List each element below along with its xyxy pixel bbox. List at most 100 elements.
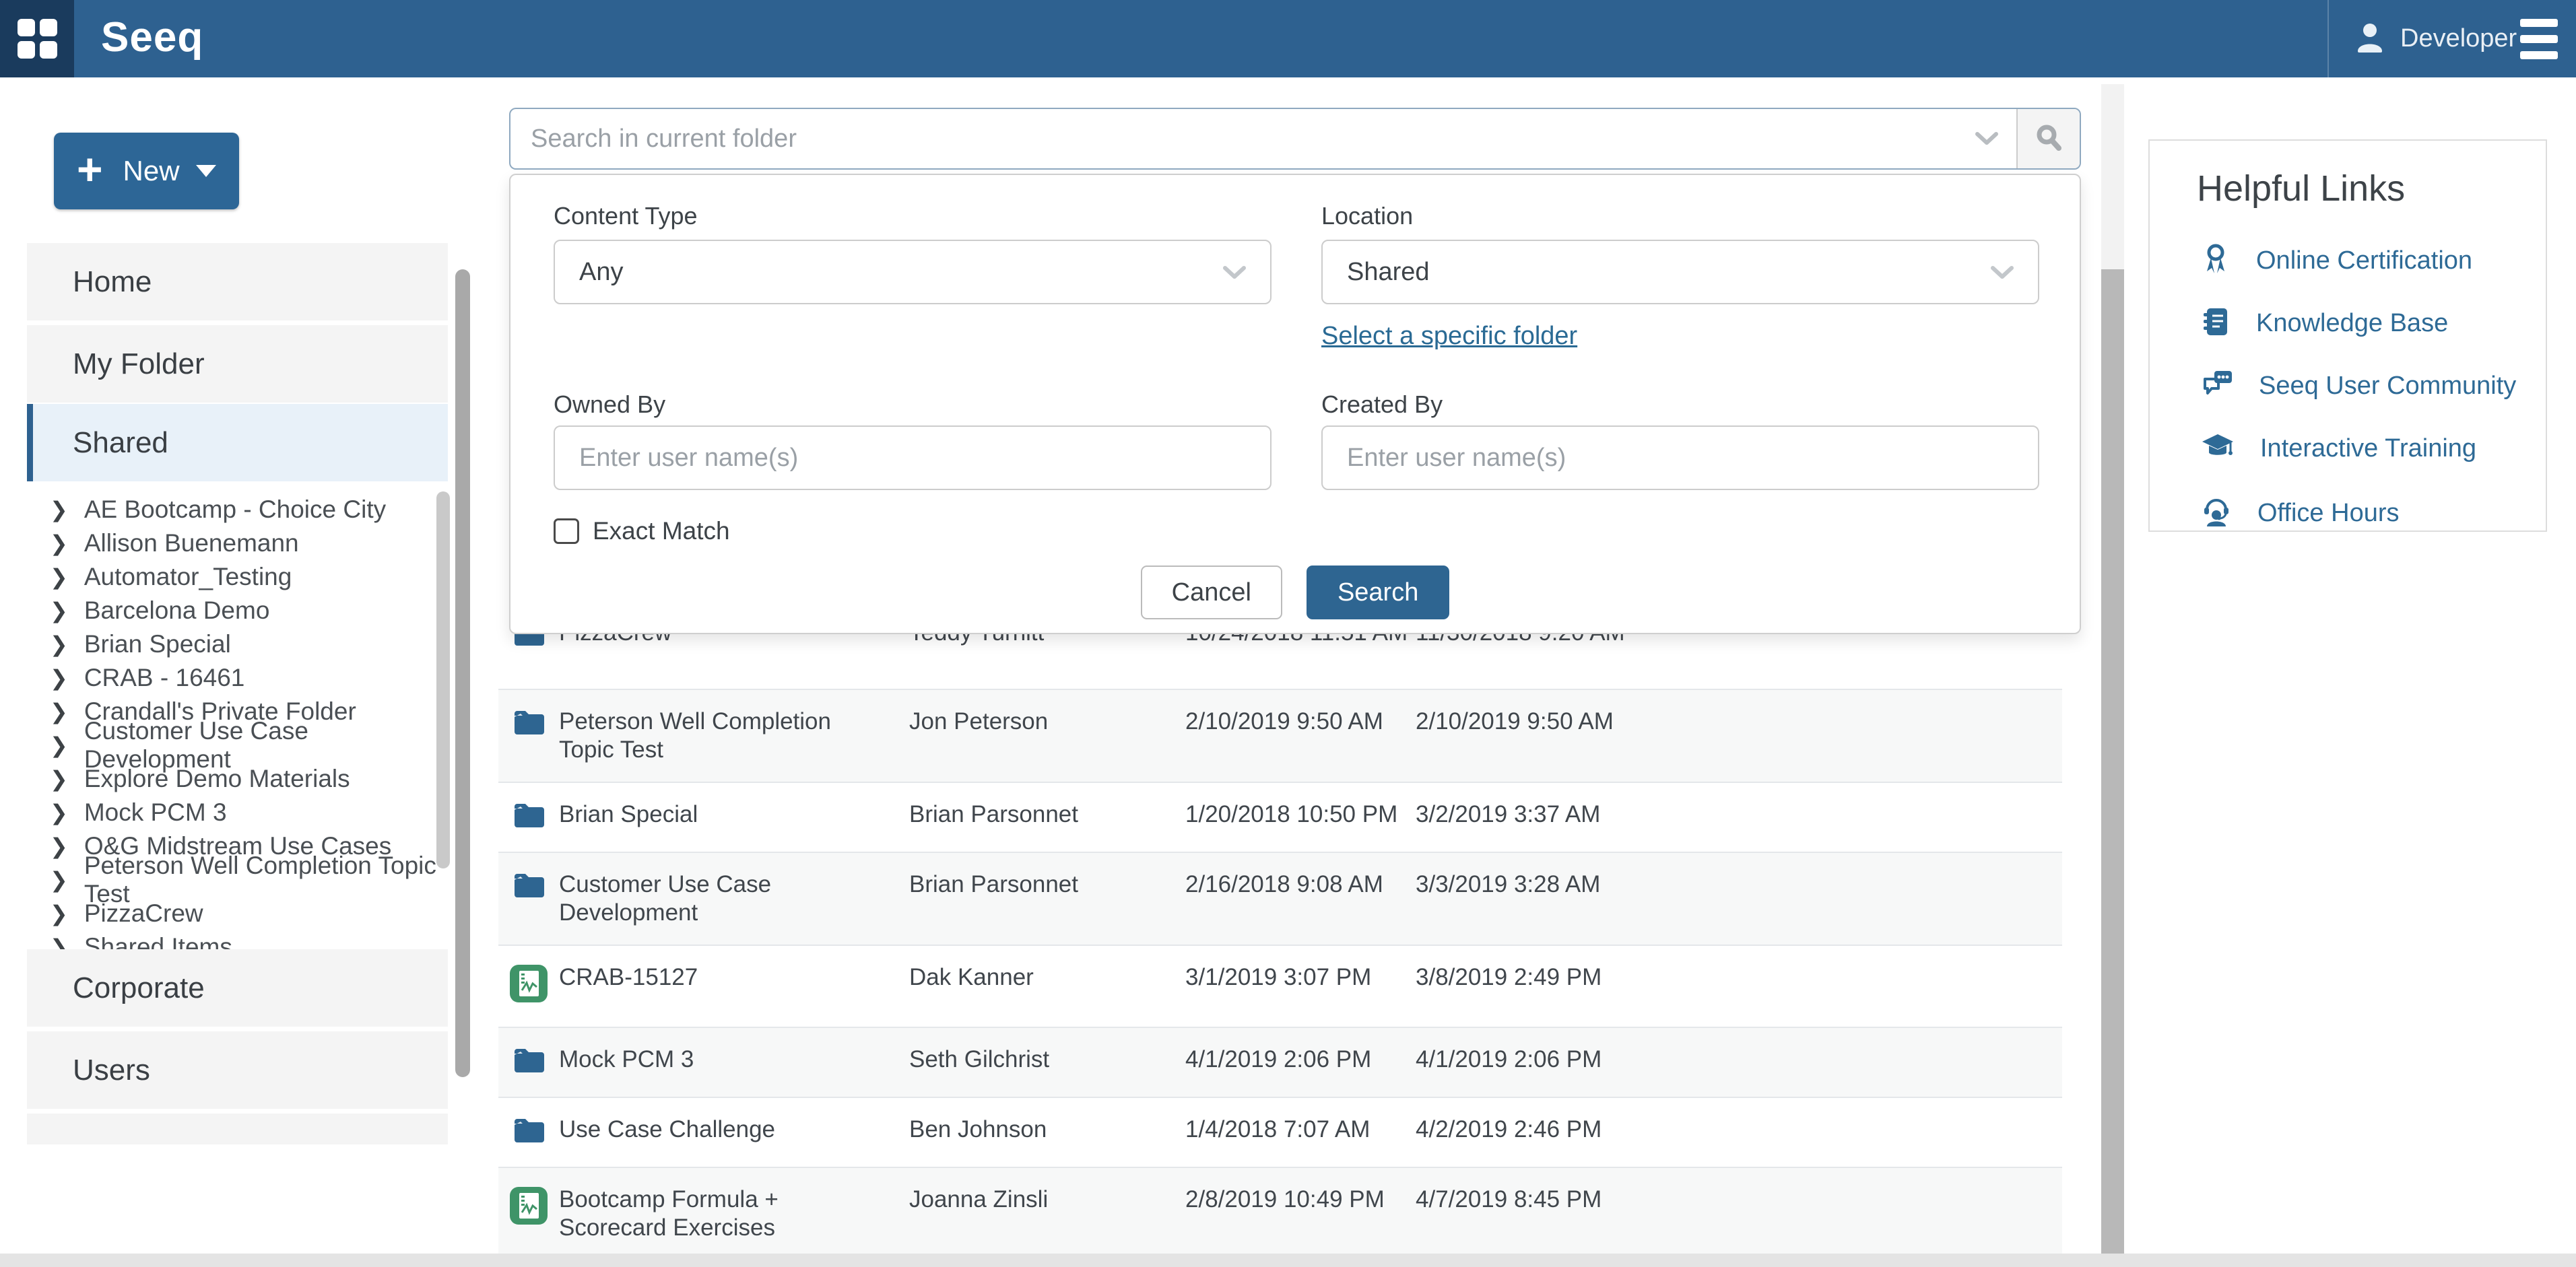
navbar-divider xyxy=(2327,0,2329,77)
tree-item[interactable]: ❯CRAB - 16461 xyxy=(27,661,436,695)
advanced-search-panel: Content Type Any Location Shared Select … xyxy=(509,174,2081,634)
new-button[interactable]: + New xyxy=(54,133,239,209)
top-navbar: Seeq Developer xyxy=(0,0,2576,77)
item-updated-date: 3/8/2019 2:49 PM xyxy=(1416,963,2062,992)
table-row[interactable]: CRAB-15127 Dak Kanner 3/1/2019 3:07 PM 3… xyxy=(498,945,2062,1027)
search-input[interactable] xyxy=(510,125,1957,153)
item-created-date: 4/1/2019 2:06 PM xyxy=(1185,1046,1416,1074)
analysis-icon xyxy=(510,1187,548,1231)
table-row[interactable]: Use Case Challenge Ben Johnson 1/4/2018 … xyxy=(498,1097,2062,1167)
owned-by-input[interactable] xyxy=(554,425,1272,490)
grid-icon xyxy=(18,19,57,59)
exact-match-checkbox[interactable]: Exact Match xyxy=(554,517,730,545)
tree-item[interactable]: ❯AE Bootcamp - Choice City xyxy=(27,493,436,526)
chevron-right-icon: ❯ xyxy=(50,566,68,588)
hamburger-menu-icon[interactable] xyxy=(2520,19,2558,59)
item-name: Use Case Challenge xyxy=(559,1116,909,1144)
item-updated-date: 3/3/2019 3:28 AM xyxy=(1416,870,2062,899)
table-row[interactable]: Bootcamp Formula + Scorecard Exercises J… xyxy=(498,1167,2062,1254)
sidebar-item-my-folder[interactable]: My Folder xyxy=(27,325,448,403)
item-name: Brian Special xyxy=(559,800,909,829)
tree-item-label: Mock PCM 3 xyxy=(84,798,227,827)
sidebar-item-users[interactable]: Users xyxy=(27,1031,448,1109)
item-owner: Ben Johnson xyxy=(909,1116,1185,1144)
link-office-hours[interactable]: Office Hours xyxy=(2201,496,2399,530)
chevron-down-icon xyxy=(1991,258,2014,287)
item-created-date: 1/4/2018 7:07 AM xyxy=(1185,1116,1416,1144)
chevron-right-icon: ❯ xyxy=(50,835,68,857)
item-updated-date: 4/2/2019 2:46 PM xyxy=(1416,1116,2062,1144)
analysis-icon xyxy=(510,965,548,1009)
tree-item[interactable]: ❯Customer Use Case Development xyxy=(27,728,436,762)
search-options-chevron-down-icon[interactable] xyxy=(1957,131,2016,146)
tree-item[interactable]: ❯Peterson Well Completion Topic Test xyxy=(27,863,436,897)
chevron-right-icon: ❯ xyxy=(50,499,68,520)
link-knowledge-base[interactable]: Knowledge Base xyxy=(2201,306,2448,341)
table-row[interactable]: Customer Use Case Development Brian Pars… xyxy=(498,852,2062,945)
caret-down-icon xyxy=(196,165,216,177)
tree-scrollbar-thumb[interactable] xyxy=(436,491,450,868)
item-owner: Brian Parsonnet xyxy=(909,870,1185,899)
item-owner: Jon Peterson xyxy=(909,708,1185,736)
chevron-right-icon: ❯ xyxy=(50,701,68,722)
knowledge-book-icon xyxy=(2201,306,2231,341)
horizontal-scrollbar-track[interactable] xyxy=(0,1254,2576,1267)
item-created-date: 2/10/2019 9:50 AM xyxy=(1185,708,1416,736)
item-created-date: 2/8/2019 10:49 PM xyxy=(1185,1186,1416,1214)
link-label: Knowledge Base xyxy=(2256,309,2448,338)
chevron-right-icon: ❯ xyxy=(50,667,68,689)
table-row[interactable]: Peterson Well Completion Topic Test Jon … xyxy=(498,689,2062,782)
graduation-cap-icon xyxy=(2201,433,2235,465)
app-switcher-button[interactable] xyxy=(0,0,74,77)
tree-item-label: PizzaCrew xyxy=(84,899,203,928)
tree-item[interactable]: ❯Allison Buenemann xyxy=(27,526,436,560)
item-name: CRAB-15127 xyxy=(559,963,909,992)
user-icon xyxy=(2354,22,2385,56)
item-owner: Dak Kanner xyxy=(909,963,1185,992)
select-specific-folder-link[interactable]: Select a specific folder xyxy=(1321,322,1577,351)
item-name: Customer Use Case Development xyxy=(559,870,909,927)
headset-icon xyxy=(2201,496,2232,530)
sidebar-item-home[interactable]: Home xyxy=(27,243,448,320)
link-label: Online Certification xyxy=(2256,246,2472,275)
table-row[interactable]: Brian Special Brian Parsonnet 1/20/2018 … xyxy=(498,782,2062,852)
user-name-label: Developer xyxy=(2400,24,2517,53)
certification-ribbon-icon xyxy=(2201,243,2231,279)
link-seeq-user-community[interactable]: Seeq User Community xyxy=(2201,370,2516,403)
sidebar-item-corporate[interactable]: Corporate xyxy=(27,949,448,1027)
sidebar-stub-item xyxy=(27,1114,448,1144)
item-owner: Joanna Zinsli xyxy=(909,1186,1185,1214)
folder-icon xyxy=(513,1117,544,1149)
sidebar-item-shared[interactable]: Shared xyxy=(27,404,448,481)
tree-item[interactable]: ❯Barcelona Demo xyxy=(27,594,436,627)
main-scrollbar-thumb[interactable] xyxy=(2101,269,2124,1254)
seeq-logo: Seeq xyxy=(101,0,203,77)
created-by-input[interactable] xyxy=(1321,425,2039,490)
link-label: Seeq User Community xyxy=(2259,372,2516,401)
cancel-button[interactable]: Cancel xyxy=(1141,566,1282,619)
content-type-select[interactable]: Any xyxy=(554,240,1272,304)
chevron-right-icon: ❯ xyxy=(50,533,68,554)
sidebar-scrollbar-thumb[interactable] xyxy=(455,269,470,1077)
item-updated-date: 3/2/2019 3:37 AM xyxy=(1416,800,2062,829)
chevron-right-icon: ❯ xyxy=(50,634,68,655)
tree-item[interactable]: ❯ Automator_Testing xyxy=(27,560,436,594)
tree-item[interactable]: ❯Brian Special xyxy=(27,627,436,661)
item-name: Peterson Well Completion Topic Test xyxy=(559,708,909,764)
folder-icon xyxy=(513,1047,544,1079)
folder-search-bar xyxy=(509,108,2081,170)
tree-item-label: Automator_Testing xyxy=(84,563,292,591)
folder-icon xyxy=(513,802,544,834)
user-menu[interactable]: Developer xyxy=(2354,0,2517,77)
search-button[interactable]: Search xyxy=(1307,566,1449,619)
tree-item-label: Explore Demo Materials xyxy=(84,765,350,793)
tree-item[interactable]: ❯Mock PCM 3 xyxy=(27,796,436,829)
link-label: Interactive Training xyxy=(2260,434,2476,463)
chevron-down-icon xyxy=(1223,258,1246,287)
link-online-certification[interactable]: Online Certification xyxy=(2201,243,2472,279)
location-select[interactable]: Shared xyxy=(1321,240,2039,304)
search-submit-button[interactable] xyxy=(2016,109,2080,168)
table-row[interactable]: Mock PCM 3 Seth Gilchrist 4/1/2019 2:06 … xyxy=(498,1027,2062,1097)
item-updated-date: 4/1/2019 2:06 PM xyxy=(1416,1046,2062,1074)
link-interactive-training[interactable]: Interactive Training xyxy=(2201,433,2476,465)
